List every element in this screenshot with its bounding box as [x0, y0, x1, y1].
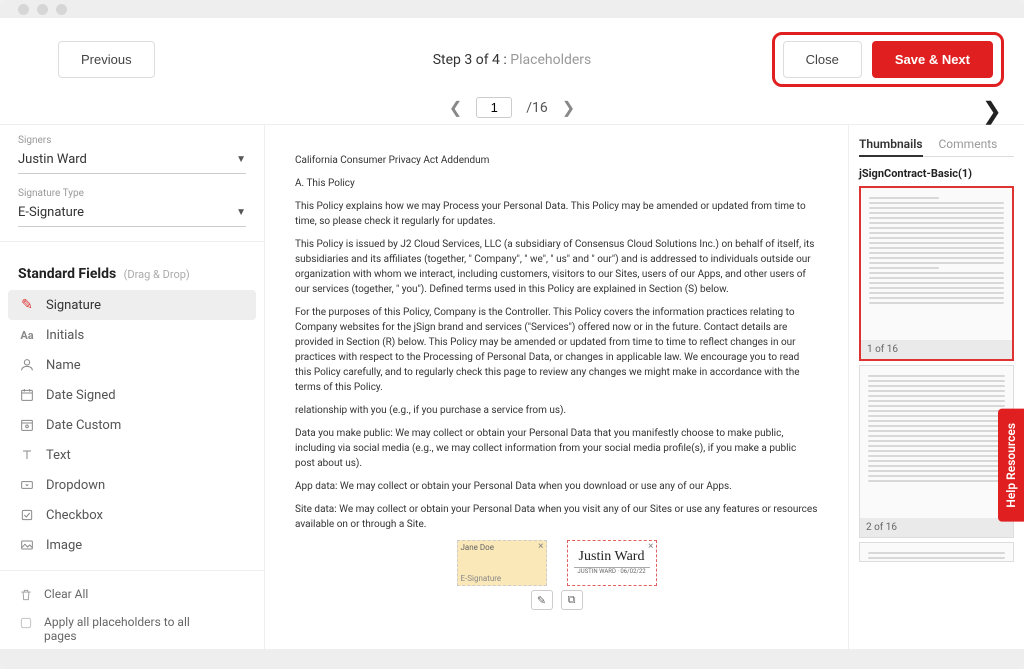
thumbnail-page-1[interactable]: 1 of 16	[859, 186, 1014, 361]
doc-p5: Data you make public: We may collect or …	[295, 426, 818, 471]
traffic-light-dot	[37, 4, 48, 15]
placeholder-name: Jane Doe	[461, 543, 494, 552]
fields-list: ✎ Signature Aa Initials Name Date Signed	[0, 290, 264, 560]
thumbnail-preview	[860, 543, 1013, 561]
signature-placeholder-jane[interactable]: × Jane Doe E-Signature	[457, 540, 547, 586]
doc-title: California Consumer Privacy Act Addendum	[295, 153, 818, 168]
save-next-button[interactable]: Save & Next	[872, 41, 993, 78]
page-total: /16	[526, 100, 548, 116]
window-titlebar	[0, 0, 1024, 18]
image-icon	[18, 536, 36, 554]
main-area: Signers Justin Ward ▼ Signature Type E-S…	[0, 124, 1024, 649]
signature-row: × Jane Doe E-Signature × Justin Ward JUS…	[295, 540, 818, 586]
field-date-signed[interactable]: Date Signed	[8, 380, 256, 410]
field-initials[interactable]: Aa Initials	[8, 320, 256, 350]
thumbnail-panel: Thumbnails Comments jSignContract-Basic(…	[849, 125, 1024, 649]
page-prev-icon[interactable]: ❮	[449, 98, 462, 117]
step-indicator: Step 3 of 4 : Placeholders	[433, 52, 592, 68]
initials-icon: Aa	[18, 326, 36, 344]
duplicate-signature-icon[interactable]: ⧉	[561, 590, 583, 610]
thumbnail-caption: 2 of 16	[860, 518, 1013, 537]
signature-tools: ✎ ⧉	[295, 590, 818, 610]
remove-placeholder-icon[interactable]: ×	[538, 541, 543, 552]
dropdown-icon	[18, 476, 36, 494]
edit-signature-icon[interactable]: ✎	[531, 590, 553, 610]
page-number-input[interactable]	[476, 97, 512, 118]
signature-placeholder-justin[interactable]: × Justin Ward JUSTIN WARD · 06/02/22	[567, 540, 657, 586]
thumb-tabs: Thumbnails Comments	[859, 133, 1014, 157]
thumbnail-page-2[interactable]: 2 of 16	[859, 365, 1014, 538]
signers-label: Signers	[18, 135, 246, 146]
help-resources-tab[interactable]: Help Resources	[998, 409, 1024, 522]
tab-thumbnails[interactable]: Thumbnails	[859, 133, 923, 157]
signature-script: Justin Ward	[568, 541, 656, 565]
fields-heading: Standard Fields (Drag & Drop)	[0, 252, 264, 290]
placeholder-type: E-Signature	[461, 574, 502, 583]
doc-section-a: A. This Policy	[295, 176, 818, 191]
thumb-filename: jSignContract-Basic(1)	[859, 167, 1014, 180]
thumbnail-preview	[861, 188, 1012, 340]
caret-down-icon: ▼	[236, 154, 246, 165]
left-sidebar: Signers Justin Ward ▼ Signature Type E-S…	[0, 125, 265, 649]
doc-p3: For the purposes of this Policy, Company…	[295, 305, 818, 395]
document-body: California Consumer Privacy Act Addendum…	[295, 153, 818, 532]
trash-icon	[18, 587, 34, 603]
panel-next-chevron-icon[interactable]: ❯	[982, 97, 1002, 125]
calendar-gear-icon	[18, 416, 36, 434]
calendar-icon	[18, 386, 36, 404]
tab-comments[interactable]: Comments	[939, 133, 998, 156]
field-checkbox[interactable]: Checkbox	[8, 500, 256, 530]
doc-p2: This Policy is issued by J2 Cloud Servic…	[295, 237, 818, 297]
signers-select[interactable]: Justin Ward ▼	[18, 148, 246, 174]
sigtype-value: E-Signature	[18, 205, 84, 220]
app-content: Previous Step 3 of 4 : Placeholders Clos…	[0, 18, 1024, 649]
document-area: California Consumer Privacy Act Addendum…	[265, 125, 1024, 649]
field-name[interactable]: Name	[8, 350, 256, 380]
thumbnail-page-3[interactable]	[859, 542, 1014, 562]
step-number: Step 3 of 4 :	[433, 52, 507, 68]
person-icon	[18, 356, 36, 374]
field-signature[interactable]: ✎ Signature	[8, 290, 256, 320]
text-icon	[18, 446, 36, 464]
checkbox-empty-icon	[18, 615, 34, 631]
page-next-icon[interactable]: ❯	[562, 98, 575, 117]
signers-value: Justin Ward	[18, 152, 87, 167]
field-dropdown[interactable]: Dropdown	[8, 470, 256, 500]
traffic-light-dot	[18, 4, 29, 15]
sigtype-label: Signature Type	[18, 188, 246, 199]
doc-p6: App data: We may collect or obtain your …	[295, 479, 818, 494]
thumbnail-preview	[860, 366, 1013, 518]
field-text[interactable]: Text	[8, 440, 256, 470]
caret-down-icon: ▼	[236, 207, 246, 218]
thumbnail-caption: 1 of 16	[861, 340, 1012, 359]
doc-p1: This Policy explains how we may Process …	[295, 199, 818, 229]
step-name: Placeholders	[510, 52, 591, 68]
traffic-light-dot	[56, 4, 67, 15]
fields-hint: (Drag & Drop)	[124, 268, 190, 281]
close-button[interactable]: Close	[783, 41, 862, 78]
signature-icon: ✎	[18, 296, 36, 314]
clear-all-button[interactable]: Clear All	[18, 581, 246, 609]
page-navigator: ❮ /16 ❯ ❯	[0, 97, 1024, 124]
field-image[interactable]: Image	[8, 530, 256, 560]
signature-meta: JUSTIN WARD · 06/02/22	[574, 567, 650, 575]
header-bar: Previous Step 3 of 4 : Placeholders Clos…	[0, 18, 1024, 97]
remove-placeholder-icon[interactable]: ×	[648, 541, 653, 552]
top-actions-highlight: Close Save & Next	[772, 32, 1004, 87]
sigtype-select[interactable]: E-Signature ▼	[18, 201, 246, 227]
field-date-custom[interactable]: Date Custom	[8, 410, 256, 440]
previous-button[interactable]: Previous	[58, 41, 155, 78]
doc-p4: relationship with you (e.g., if you purc…	[295, 403, 818, 418]
apply-all-checkbox[interactable]: Apply all placeholders to all pages	[18, 609, 246, 649]
doc-p7: Site data: We may collect or obtain your…	[295, 502, 818, 532]
document-viewer[interactable]: California Consumer Privacy Act Addendum…	[265, 125, 849, 649]
checkbox-icon	[18, 506, 36, 524]
